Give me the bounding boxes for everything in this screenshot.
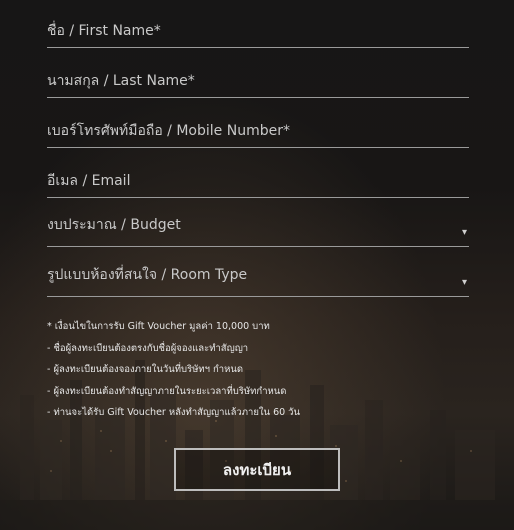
email-field[interactable]: อีเมล / Email	[47, 170, 469, 198]
register-button[interactable]: ลงทะเบียน	[174, 448, 340, 491]
triangle-down-icon: ▾	[461, 227, 467, 238]
voucher-conditions: * เงื่อนไขในการรับ Gift Voucher มูลค่า 1…	[47, 320, 477, 428]
last-name-field[interactable]: นามสกุล / Last Name*	[47, 70, 469, 98]
condition-item: - ผู้ลงทะเบียนต้องจองภายในวันที่บริษัทฯ …	[47, 364, 244, 376]
condition-item: - ผู้ลงทะเบียนต้องทำสัญญาภายในระยะเวลาที…	[47, 385, 287, 397]
triangle-down-icon: ▾	[461, 277, 467, 288]
condition-item: - ท่านจะได้รับ Gift Voucher หลังทำสัญญาแ…	[47, 407, 301, 419]
last-name-label: นามสกุล / Last Name*	[47, 73, 195, 89]
email-label: อีเมล / Email	[47, 173, 131, 189]
condition-heading: * เงื่อนไขในการรับ Gift Voucher มูลค่า 1…	[47, 321, 270, 332]
budget-label: งบประมาณ / Budget	[47, 217, 181, 233]
room-type-label: รูปแบบห้องที่สนใจ / Room Type	[47, 267, 248, 283]
mobile-number-label: เบอร์โทรศัพท์มือถือ / Mobile Number*	[47, 123, 290, 139]
first-name-label: ชื่อ / First Name*	[47, 23, 161, 39]
room-type-select[interactable]: รูปแบบห้องที่สนใจ / Room Type ▾	[47, 261, 469, 297]
first-name-field[interactable]: ชื่อ / First Name*	[47, 20, 469, 48]
budget-select[interactable]: งบประมาณ / Budget ▾	[47, 211, 469, 247]
condition-item: - ชื่อผู้ลงทะเบียนต้องตรงกับชื่อผู้จองแล…	[47, 342, 249, 354]
mobile-number-field[interactable]: เบอร์โทรศัพท์มือถือ / Mobile Number*	[47, 120, 469, 148]
